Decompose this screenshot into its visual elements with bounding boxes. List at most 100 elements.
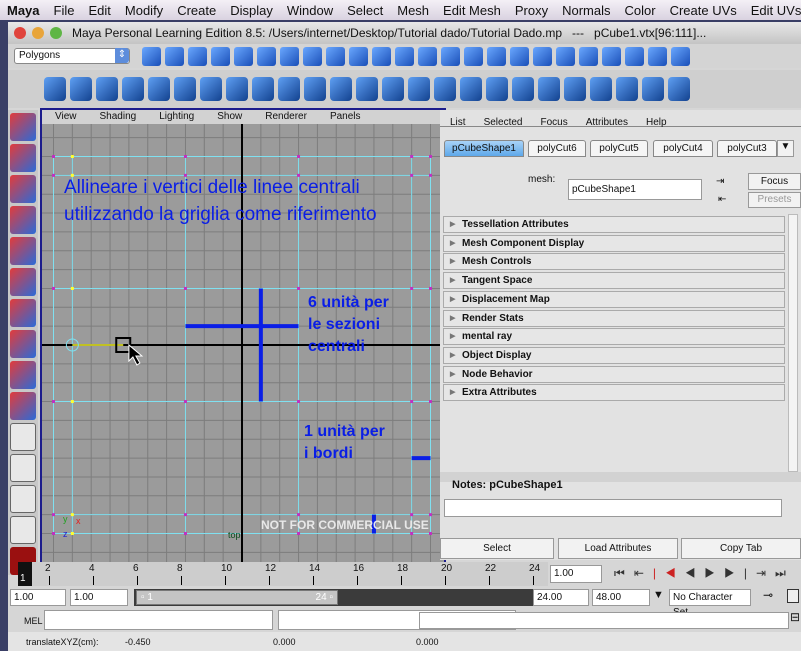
vertex[interactable] [297,400,301,404]
tab-pcubeshape1[interactable]: pCubeShape1 [444,140,524,157]
vertex[interactable] [429,286,432,290]
animation-preferences-icon[interactable] [787,589,799,603]
range-slider-handle[interactable]: ▫ 1 24 ▫ [136,590,338,605]
snap-plane-icon[interactable] [349,46,368,66]
copy-tab-button[interactable]: Copy Tab [681,538,801,559]
combine-icon[interactable] [278,77,300,101]
output-connections-icon[interactable]: ⇤ [718,194,726,205]
ae-menu-focus[interactable]: Focus [530,117,575,128]
play-backwards-icon[interactable]: ◀ [685,566,705,580]
vertex[interactable] [183,155,187,158]
viewport-menu-renderer[interactable]: Renderer [252,110,317,124]
poly-cylinder-icon[interactable] [96,77,118,101]
section-mesh-component-display[interactable]: Mesh Component Display [443,234,785,252]
menu-set-selector[interactable]: Polygons [14,48,130,64]
smooth-proxy-icon[interactable] [356,77,378,101]
fill-hole-icon[interactable] [460,77,482,101]
smooth-icon[interactable] [330,77,352,101]
vertex[interactable] [70,532,74,535]
magnet-icon[interactable] [602,46,621,66]
vertex[interactable] [70,286,74,290]
vertex[interactable] [52,532,55,535]
current-frame-marker[interactable]: 1 [18,562,32,586]
minimize-icon[interactable] [32,27,44,39]
viewport-menu-view[interactable]: View [42,110,87,124]
viewport-menu-show[interactable]: Show [204,110,252,124]
vertex[interactable] [70,513,74,517]
tabs-more-button[interactable]: ▼ [777,140,794,157]
snap-point-icon[interactable] [326,46,345,66]
viewport-menu-lighting[interactable]: Lighting [146,110,204,124]
vertex[interactable] [183,532,187,535]
vertex[interactable] [297,155,301,158]
ae-menu-help[interactable]: Help [636,117,675,128]
poly-soccer-icon[interactable] [252,77,274,101]
select-button[interactable]: Select [440,538,554,559]
menu-normals[interactable]: Normals [555,3,617,18]
viewport-menu-panels[interactable]: Panels [317,110,371,124]
section-render-stats[interactable]: Render Stats [443,309,785,327]
select-object-icon[interactable] [234,46,253,66]
presets-button[interactable]: Presets [748,192,801,208]
load-attributes-button[interactable]: Load Attributes [558,538,678,559]
close-icon[interactable] [14,27,26,39]
section-tessellation-attributes[interactable]: Tessellation Attributes [443,216,785,233]
character-set-dropdown-icon[interactable]: ▼ [653,589,664,601]
step-forward-key-icon[interactable]: ⇥ [756,566,775,580]
step-back-key-icon[interactable]: ⇤ [634,566,653,580]
soft-mod-icon[interactable] [668,77,690,101]
tab-polycut6[interactable]: polyCut6 [528,140,586,157]
render-icon[interactable] [395,46,414,66]
menu-edit-mesh[interactable]: Edit Mesh [436,3,508,18]
vertex[interactable] [297,513,301,517]
hypershade-icon[interactable] [579,46,598,66]
vertex[interactable] [410,400,414,404]
vertex[interactable] [52,286,55,290]
render-settings-icon[interactable] [556,46,575,66]
render-view-icon[interactable] [533,46,552,66]
section-mesh-controls[interactable]: Mesh Controls [443,253,785,271]
vertex[interactable] [429,400,432,404]
channel-box-icon[interactable] [671,46,690,66]
select-tool-icon[interactable] [10,113,36,141]
snap-grid-icon[interactable] [280,46,299,66]
start-time-field[interactable]: 1.00 [10,589,66,606]
select-hierarchy-icon[interactable] [211,46,230,66]
separate-icon[interactable] [304,77,326,101]
current-time-field[interactable]: 1.00 [550,565,602,583]
vertex[interactable] [70,400,74,404]
vertex[interactable] [410,286,414,290]
vertex[interactable] [183,400,187,404]
character-set-field[interactable]: No Character Set [669,589,751,618]
vertex[interactable] [52,155,55,158]
insert-edge-loop-icon[interactable] [512,77,534,101]
menu-window[interactable]: Window [280,3,340,18]
play-forwards-icon[interactable]: ▶ [704,566,724,580]
section-tangent-space[interactable]: Tangent Space [443,272,785,290]
single-pane-layout-icon[interactable] [10,423,36,451]
bridge-icon[interactable] [408,77,430,101]
vertex[interactable] [410,513,414,517]
tool-settings-icon[interactable] [648,46,667,66]
show-manipulator-icon[interactable] [10,361,36,389]
tab-polycut3[interactable]: polyCut3 [717,140,777,157]
menu-edit-uvs[interactable]: Edit UVs [744,3,801,18]
scrollbar[interactable] [788,214,798,472]
menu-file[interactable]: File [47,3,82,18]
vertex[interactable] [429,513,432,517]
menu-create[interactable]: Create [170,3,223,18]
go-to-start-icon[interactable]: ⏮ [614,566,634,580]
section-object-display[interactable]: Object Display [443,346,785,364]
poly-torus-icon[interactable] [174,77,196,101]
menu-color[interactable]: Color [617,3,662,18]
step-back-frame-icon[interactable]: |◀ [653,566,685,580]
wedge-icon[interactable] [642,77,664,101]
soft-mod-tool-icon[interactable] [10,330,36,358]
mesh-name-field[interactable]: pCubeShape1 [568,179,702,200]
ae-menu-list[interactable]: List [440,117,474,128]
vertex[interactable] [410,155,414,158]
split-polygon-icon[interactable] [486,77,508,101]
range-slider[interactable]: ▫ 1 24 ▫ [134,589,538,606]
four-pane-layout-icon[interactable] [10,454,36,482]
menu-edit[interactable]: Edit [81,3,117,18]
